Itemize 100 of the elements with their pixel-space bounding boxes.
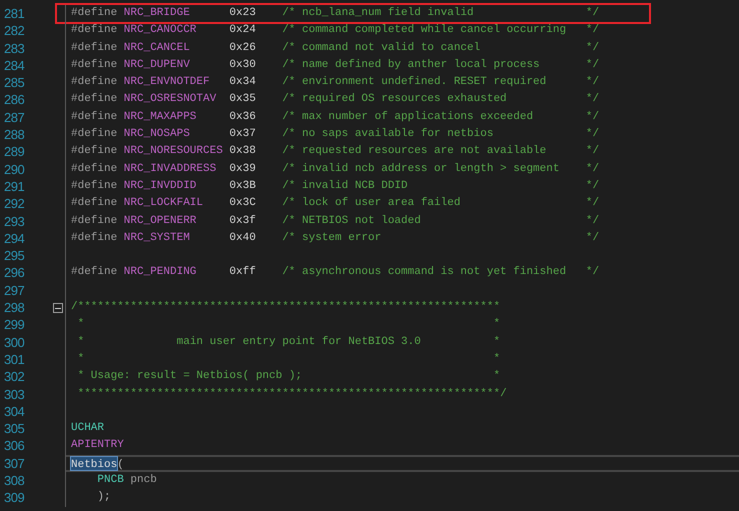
code-comment: * Usage: result = Netbios( pncb ); * <box>76 369 500 384</box>
macro-value: 0x26 <box>229 40 257 56</box>
line-number: 294 <box>3 230 26 248</box>
macro-value: 0x3C <box>229 196 257 212</box>
function-name: Netbios <box>71 456 118 470</box>
macro-value: 0x36 <box>229 110 257 125</box>
macro-name: NRC_NORESOURCES <box>124 144 224 160</box>
macro-name: NRC_LOCKFAIL <box>124 196 204 212</box>
preprocessor-directive: #define <box>71 40 118 56</box>
line-number: 291 <box>3 178 26 196</box>
comment-end: */ <box>586 162 600 177</box>
macro-name: NRC_CANCEL <box>124 40 191 56</box>
preprocessor-directive: #define <box>71 178 118 194</box>
macro-value: 0x35 <box>229 92 257 108</box>
macro-value: 0x34 <box>229 75 257 90</box>
code-comment: * * <box>76 352 500 367</box>
macro-value: 0x40 <box>229 230 257 246</box>
line-number: 292 <box>3 195 26 213</box>
line-number: 281 <box>3 5 26 22</box>
comment-end: */ <box>586 196 600 212</box>
macro-name: NRC_PENDING <box>124 265 198 280</box>
line-number: 306 <box>3 437 26 455</box>
code-comment: /* NETBIOS not loaded <box>282 214 422 229</box>
preprocessor-directive: #define <box>71 214 118 229</box>
line-number: 296 <box>3 264 26 282</box>
line-number: 307 <box>3 454 26 472</box>
code-comment: * * <box>76 317 500 332</box>
line-number: 309 <box>3 489 26 507</box>
macro-value: 0x30 <box>229 58 257 73</box>
code-comment: /* ncb_lana_num field invalid <box>282 6 475 21</box>
macro-value: 0x37 <box>229 127 257 142</box>
macro-name: NRC_OSRESNOTAV <box>124 92 218 108</box>
code-comment: /* asynchronous command is not yet finished <box>282 265 568 280</box>
line-number: 308 <box>3 472 26 490</box>
code-comment: ****************************************************************/ <box>76 386 507 402</box>
comment-end: */ <box>586 58 600 73</box>
macro-name: NRC_SYSTEM <box>124 230 191 246</box>
code-comment: /* max number of applications exceeded <box>282 110 534 125</box>
comment-end: */ <box>586 40 600 56</box>
code-comment: /* command completed while cancel occurring <box>282 23 568 38</box>
macro-name: NRC_BRIDGE <box>124 6 191 21</box>
line-number: 303 <box>3 386 26 403</box>
comment-end: */ <box>586 178 600 194</box>
line-number: 286 <box>3 91 26 109</box>
preprocessor-directive: #define <box>71 58 118 73</box>
preprocessor-directive: #define <box>71 23 118 38</box>
comment-end: */ <box>586 23 600 38</box>
collapse-icon[interactable] <box>53 303 63 314</box>
macro-value: 0x3B <box>229 178 257 194</box>
code-comment: /* invalid ncb address or length > segment <box>282 162 560 177</box>
macro-name: NRC_CANOCCR <box>124 23 198 38</box>
macro-value: 0x3f <box>229 214 257 229</box>
macro-name: NRC_ENVNOTDEF <box>124 75 211 90</box>
macro-name: NRC_NOSAPS <box>124 127 191 142</box>
line-number: 305 <box>3 420 26 438</box>
code-comment: /**************************************************************** <box>71 300 500 316</box>
line-number: 299 <box>3 316 26 334</box>
comment-end: */ <box>586 110 600 125</box>
macro-value: 0x24 <box>229 23 257 38</box>
code-comment: /* no saps available for netbios <box>282 127 494 142</box>
comment-end: */ <box>586 144 600 160</box>
code-comment: /* command not valid to cancel <box>282 40 482 56</box>
line-number: 287 <box>3 108 26 126</box>
code-comment: /* name defined by anther local process <box>282 58 541 73</box>
line-number: 283 <box>3 40 26 57</box>
type-name: UCHAR <box>71 421 104 436</box>
code-comment: /* lock of user area failed <box>282 196 462 212</box>
line-number: 288 <box>3 126 26 144</box>
macro-name: NRC_INVADDRESS <box>124 162 218 177</box>
macro-name: APIENTRY <box>71 438 124 454</box>
preprocessor-directive: #define <box>71 75 118 90</box>
code-comment: /* requested resources are not available <box>282 144 548 160</box>
line-number: 293 <box>3 212 26 230</box>
type-name: PNCB <box>97 473 124 488</box>
line-number: 295 <box>3 247 26 264</box>
comment-end: */ <box>586 6 600 21</box>
preprocessor-directive: #define <box>71 127 118 142</box>
line-number: 304 <box>3 402 26 420</box>
line-number: 282 <box>3 22 26 40</box>
preprocessor-directive: #define <box>71 144 118 160</box>
preprocessor-directive: #define <box>71 196 118 212</box>
line-number: 302 <box>3 368 26 386</box>
code-comment: * main user entry point for NetBIOS 3.0 * <box>76 334 500 350</box>
preprocessor-directive: #define <box>71 92 118 108</box>
comment-end: */ <box>586 75 600 90</box>
preprocessor-directive: #define <box>71 230 118 246</box>
line-number: 301 <box>3 350 26 368</box>
preprocessor-directive: #define <box>71 6 118 21</box>
macro-value: 0x38 <box>229 144 257 160</box>
comment-end: */ <box>586 92 600 108</box>
comment-end: */ <box>586 230 600 246</box>
macro-name: NRC_DUPENV <box>124 58 191 73</box>
macro-name: NRC_INVDDID <box>124 178 198 194</box>
comment-end: */ <box>586 265 600 280</box>
line-number: 298 <box>3 299 26 316</box>
punctuation: ); <box>97 490 111 506</box>
code-comment: /* required OS resources exhausted <box>282 92 508 108</box>
punctuation: ( <box>117 458 124 470</box>
code-comment: /* system error <box>282 230 382 246</box>
macro-name: NRC_OPENERR <box>124 214 198 229</box>
